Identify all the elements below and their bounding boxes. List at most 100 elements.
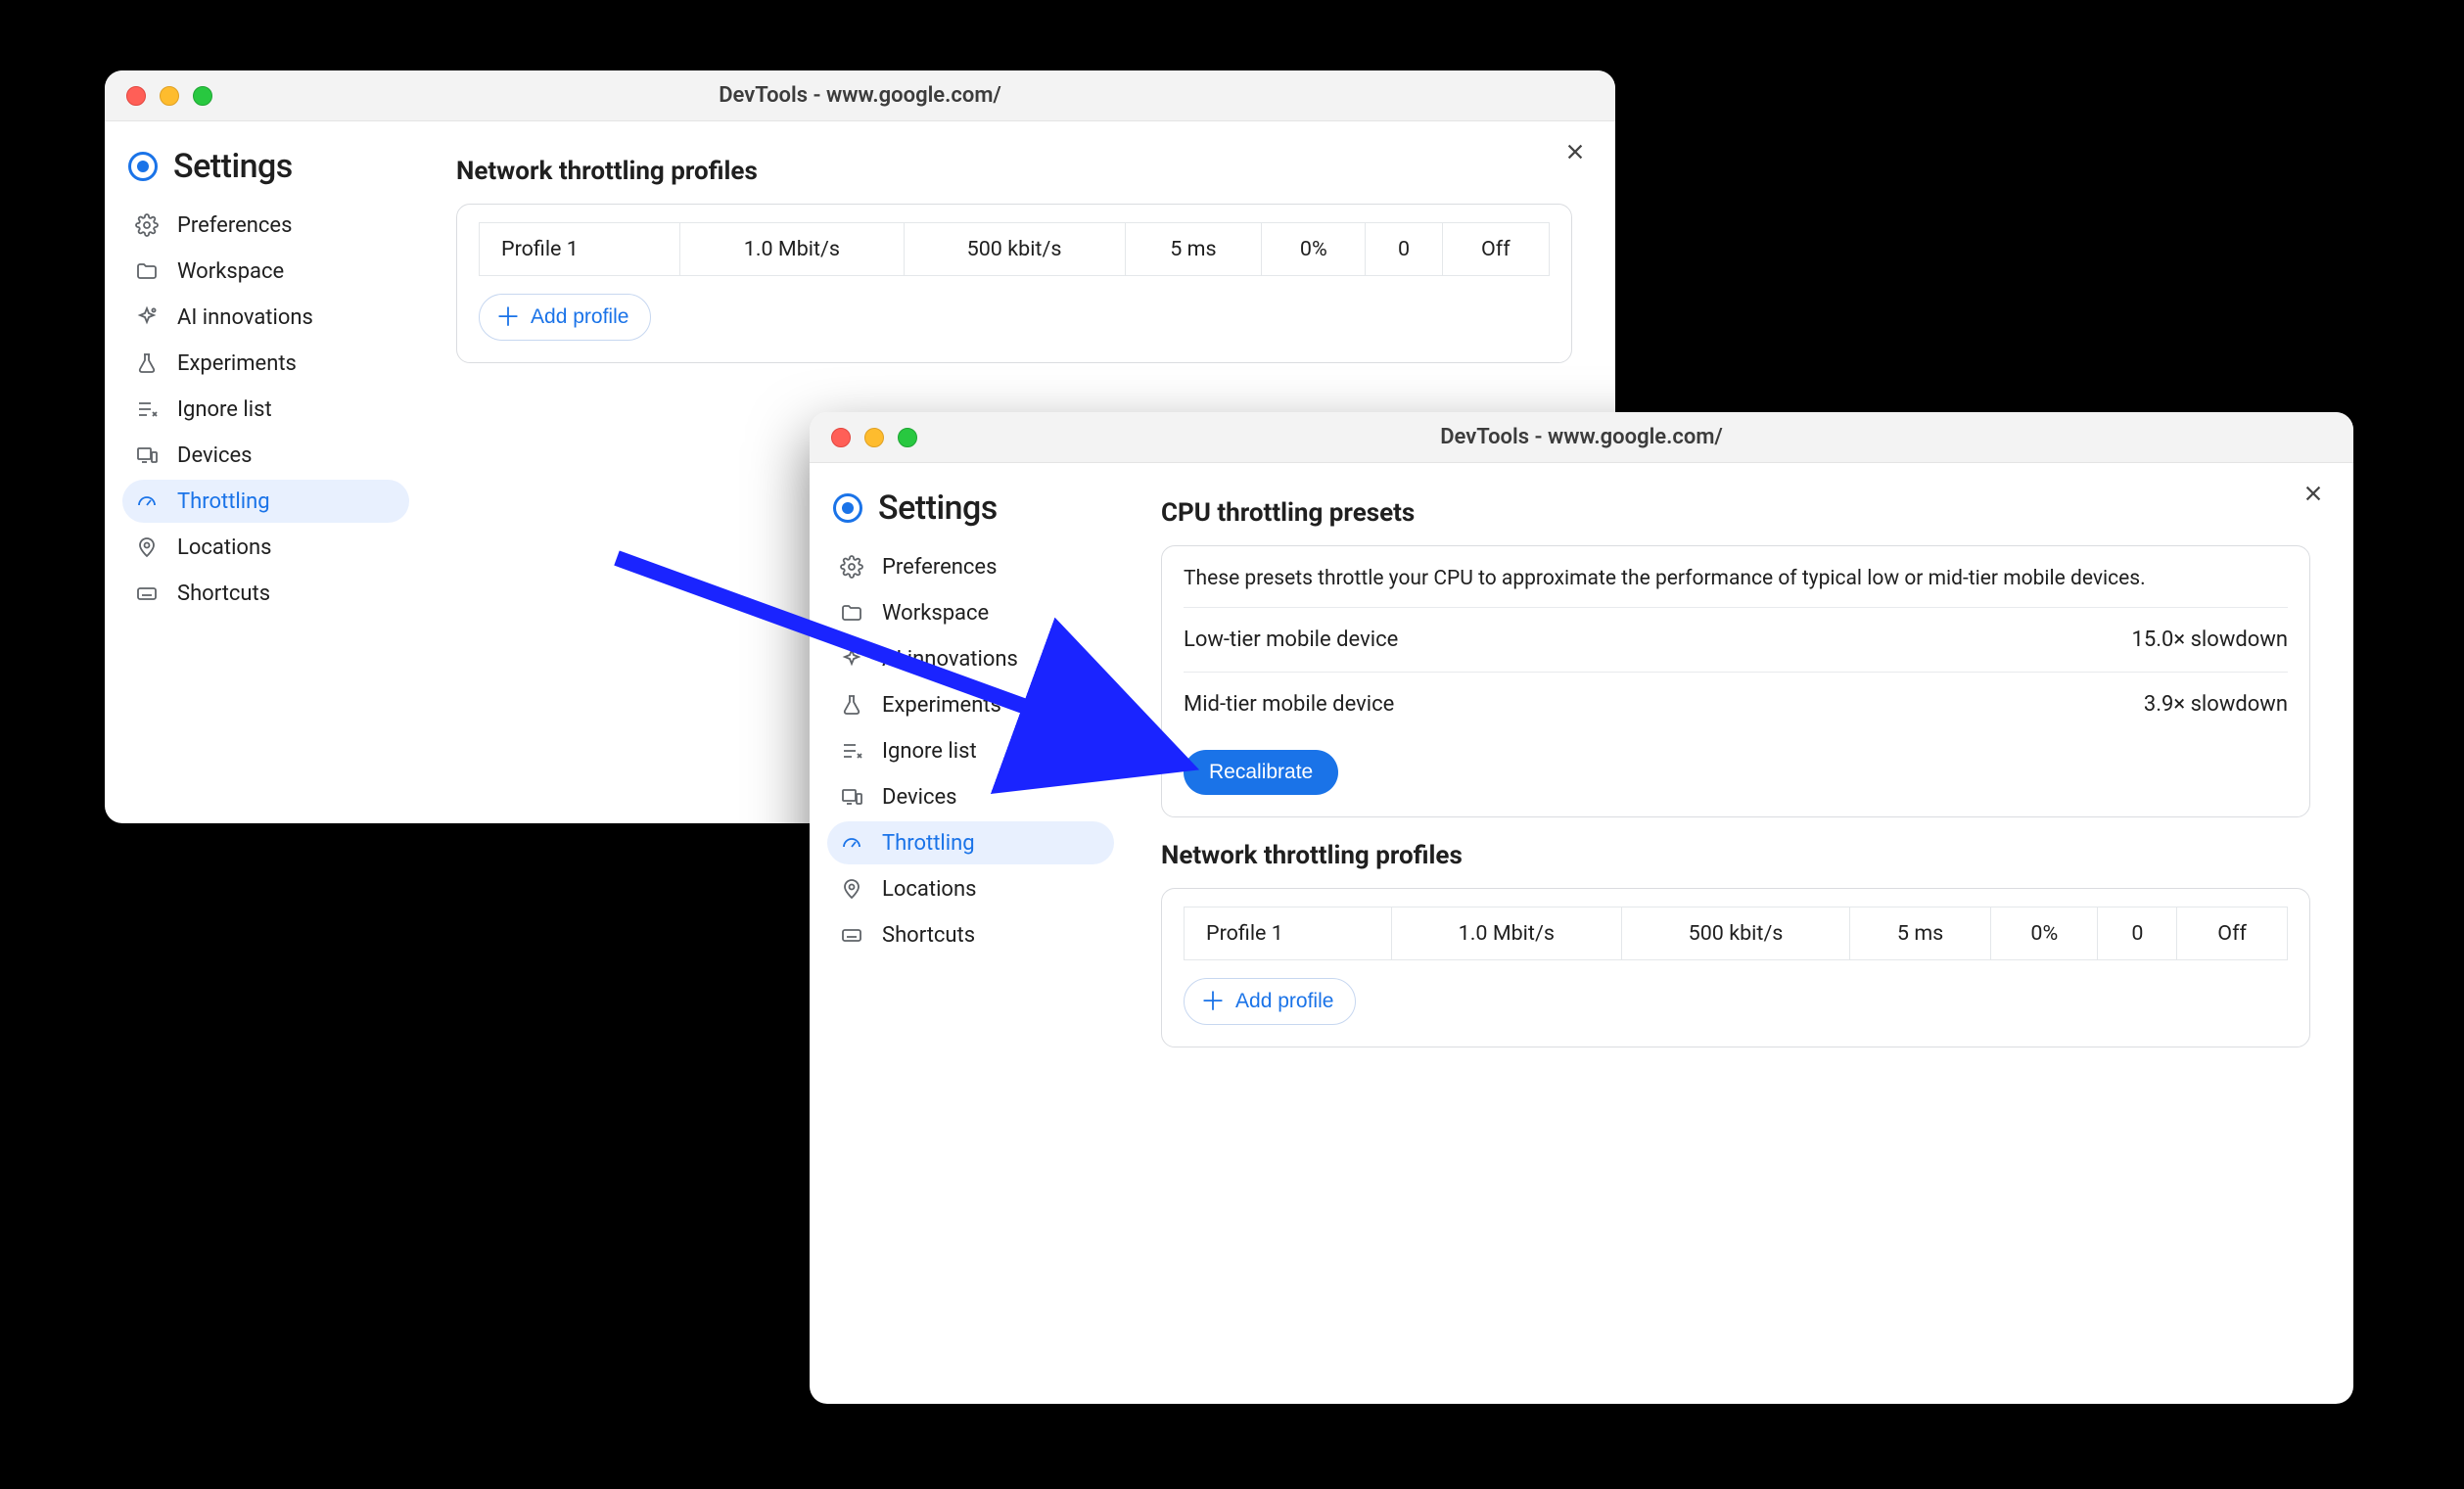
window-title: DevTools - www.google.com/ <box>105 83 1615 108</box>
minimize-dot[interactable] <box>864 428 884 447</box>
cell-queue: 0 <box>2098 907 2177 959</box>
close-icon[interactable] <box>1558 135 1592 168</box>
sidebar-item-label: Workspace <box>882 601 989 626</box>
cell-name: Profile 1 <box>480 223 680 276</box>
sidebar-item-label: Devices <box>177 443 253 468</box>
cell-download: 1.0 Mbit/s <box>1391 907 1622 959</box>
cell-queue: 0 <box>1366 223 1442 276</box>
map-pin-icon <box>839 876 864 902</box>
cell-upload: 500 kbit/s <box>904 223 1125 276</box>
settings-heading: Settings <box>878 489 998 528</box>
gauge-icon <box>134 489 160 514</box>
sparkle-icon <box>839 646 864 672</box>
zoom-dot[interactable] <box>193 86 212 106</box>
keyboard-icon <box>134 581 160 606</box>
close-dot[interactable] <box>831 428 851 447</box>
folder-icon <box>134 258 160 284</box>
preset-name: Mid-tier mobile device <box>1184 692 1394 717</box>
sparkle-icon <box>134 304 160 330</box>
network-profiles-card: Profile 1 1.0 Mbit/s 500 kbit/s 5 ms 0% … <box>456 204 1572 363</box>
sidebar-item-locations[interactable]: Locations <box>827 867 1114 910</box>
sidebar-item-preferences[interactable]: Preferences <box>827 545 1114 588</box>
sidebar-item-workspace[interactable]: Workspace <box>122 250 409 293</box>
sidebar-item-label: Experiments <box>177 351 297 376</box>
sidebar-item-locations[interactable]: Locations <box>122 526 409 569</box>
devices-icon <box>839 784 864 810</box>
plus-icon: ＋ <box>495 304 521 330</box>
sidebar-item-throttling[interactable]: Throttling <box>827 821 1114 864</box>
sidebar-item-devices[interactable]: Devices <box>122 434 409 477</box>
add-profile-button[interactable]: ＋ Add profile <box>1184 978 1356 1025</box>
sidebar-item-label: Throttling <box>882 831 975 856</box>
sidebar-item-shortcuts[interactable]: Shortcuts <box>122 572 409 615</box>
sidebar-item-label: AI innovations <box>177 305 313 330</box>
devices-icon <box>134 442 160 468</box>
traffic-lights <box>831 428 917 447</box>
settings-header: Settings <box>122 141 409 204</box>
sidebar-item-label: Throttling <box>177 489 270 514</box>
cell-reordering: Off <box>2177 907 2288 959</box>
cell-latency: 5 ms <box>1849 907 1990 959</box>
sidebar-item-label: AI innovations <box>882 647 1018 672</box>
sidebar-item-label: Experiments <box>882 693 1001 718</box>
sidebar-item-devices[interactable]: Devices <box>827 775 1114 818</box>
sidebar-item-label: Locations <box>882 877 976 902</box>
close-icon[interactable] <box>2297 477 2330 510</box>
sidebar-item-ai-innovations[interactable]: AI innovations <box>827 637 1114 680</box>
cpu-presets-description: These presets throttle your CPU to appro… <box>1184 564 2288 595</box>
add-profile-label: Add profile <box>531 305 628 329</box>
sidebar-item-label: Locations <box>177 535 271 560</box>
cpu-presets-card: These presets throttle your CPU to appro… <box>1161 545 2310 817</box>
main-panel: CPU throttling presets These presets thr… <box>1128 473 2353 1404</box>
sidebar-item-ignore-list[interactable]: Ignore list <box>827 729 1114 772</box>
list-x-icon <box>134 396 160 422</box>
map-pin-icon <box>134 535 160 560</box>
folder-icon <box>839 600 864 626</box>
sidebar-item-experiments[interactable]: Experiments <box>827 683 1114 726</box>
list-x-icon <box>839 738 864 764</box>
cell-packetloss: 0% <box>1991 907 2098 959</box>
sidebar-item-label: Workspace <box>177 259 284 284</box>
preset-row-low-tier: Low-tier mobile device 15.0× slowdown <box>1184 607 2288 672</box>
flask-icon <box>839 692 864 718</box>
table-row[interactable]: Profile 1 1.0 Mbit/s 500 kbit/s 5 ms 0% … <box>1185 907 2288 959</box>
devtools-window-2: DevTools - www.google.com/ Settings Pref… <box>810 412 2353 1404</box>
cell-packetloss: 0% <box>1262 223 1366 276</box>
flask-icon <box>134 350 160 376</box>
cell-reordering: Off <box>1442 223 1549 276</box>
sidebar: Settings Preferences Workspace AI innova… <box>105 131 423 823</box>
titlebar: DevTools - www.google.com/ <box>810 412 2353 463</box>
network-profiles-card: Profile 1 1.0 Mbit/s 500 kbit/s 5 ms 0% … <box>1161 888 2310 1047</box>
cell-latency: 5 ms <box>1125 223 1262 276</box>
sidebar-item-workspace[interactable]: Workspace <box>827 591 1114 634</box>
minimize-dot[interactable] <box>160 86 179 106</box>
cell-name: Profile 1 <box>1185 907 1392 959</box>
preset-value: 15.0× slowdown <box>2131 628 2288 652</box>
sidebar-item-label: Preferences <box>177 213 292 238</box>
window-title: DevTools - www.google.com/ <box>810 425 2353 449</box>
recalibrate-button[interactable]: Recalibrate <box>1184 750 1338 795</box>
sidebar-item-experiments[interactable]: Experiments <box>122 342 409 385</box>
sidebar-item-shortcuts[interactable]: Shortcuts <box>827 913 1114 956</box>
sidebar-item-label: Preferences <box>882 555 997 580</box>
profiles-table: Profile 1 1.0 Mbit/s 500 kbit/s 5 ms 0% … <box>479 222 1550 276</box>
gear-icon <box>839 554 864 580</box>
settings-header: Settings <box>827 483 1114 545</box>
sidebar-item-preferences[interactable]: Preferences <box>122 204 409 247</box>
sidebar-item-label: Ignore list <box>882 739 977 764</box>
sidebar-item-ai-innovations[interactable]: AI innovations <box>122 296 409 339</box>
add-profile-label: Add profile <box>1235 990 1333 1013</box>
section-heading-cpu: CPU throttling presets <box>1161 498 2310 528</box>
sidebar-item-ignore-list[interactable]: Ignore list <box>122 388 409 431</box>
sidebar-item-label: Devices <box>882 785 957 810</box>
sidebar-item-throttling[interactable]: Throttling <box>122 480 409 523</box>
chrome-logo-icon <box>128 152 158 181</box>
gauge-icon <box>839 830 864 856</box>
zoom-dot[interactable] <box>898 428 917 447</box>
table-row[interactable]: Profile 1 1.0 Mbit/s 500 kbit/s 5 ms 0% … <box>480 223 1550 276</box>
preset-value: 3.9× slowdown <box>2144 692 2288 717</box>
close-dot[interactable] <box>126 86 146 106</box>
add-profile-button[interactable]: ＋ Add profile <box>479 294 651 341</box>
keyboard-icon <box>839 922 864 948</box>
plus-icon: ＋ <box>1200 989 1226 1014</box>
